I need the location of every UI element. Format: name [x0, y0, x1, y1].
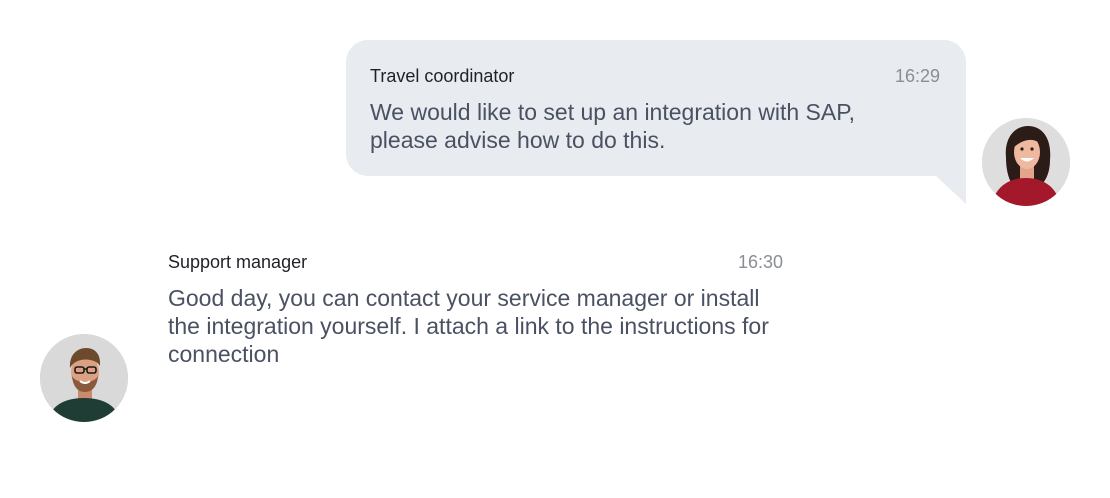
avatar-support-manager[interactable]	[40, 334, 128, 422]
message-sender: Travel coordinator	[370, 66, 515, 86]
message-sender: Support manager	[168, 252, 308, 272]
bubble-tail	[936, 176, 966, 204]
message-timestamp: 16:30	[738, 252, 784, 272]
chat-window: Travel coordinator 16:29 We would like t…	[0, 0, 1110, 498]
avatar-travel-coordinator[interactable]	[982, 118, 1070, 206]
message-bubble-outgoing[interactable]: Travel coordinator 16:29 We would like t…	[346, 40, 966, 176]
message-text: We would like to set up an integration w…	[370, 99, 855, 153]
message-timestamp: 16:29	[894, 66, 940, 86]
message-text-incoming[interactable]: Good day, you can contact your service m…	[168, 284, 788, 368]
woman-avatar-icon	[982, 118, 1070, 206]
man-avatar-icon	[40, 334, 128, 422]
